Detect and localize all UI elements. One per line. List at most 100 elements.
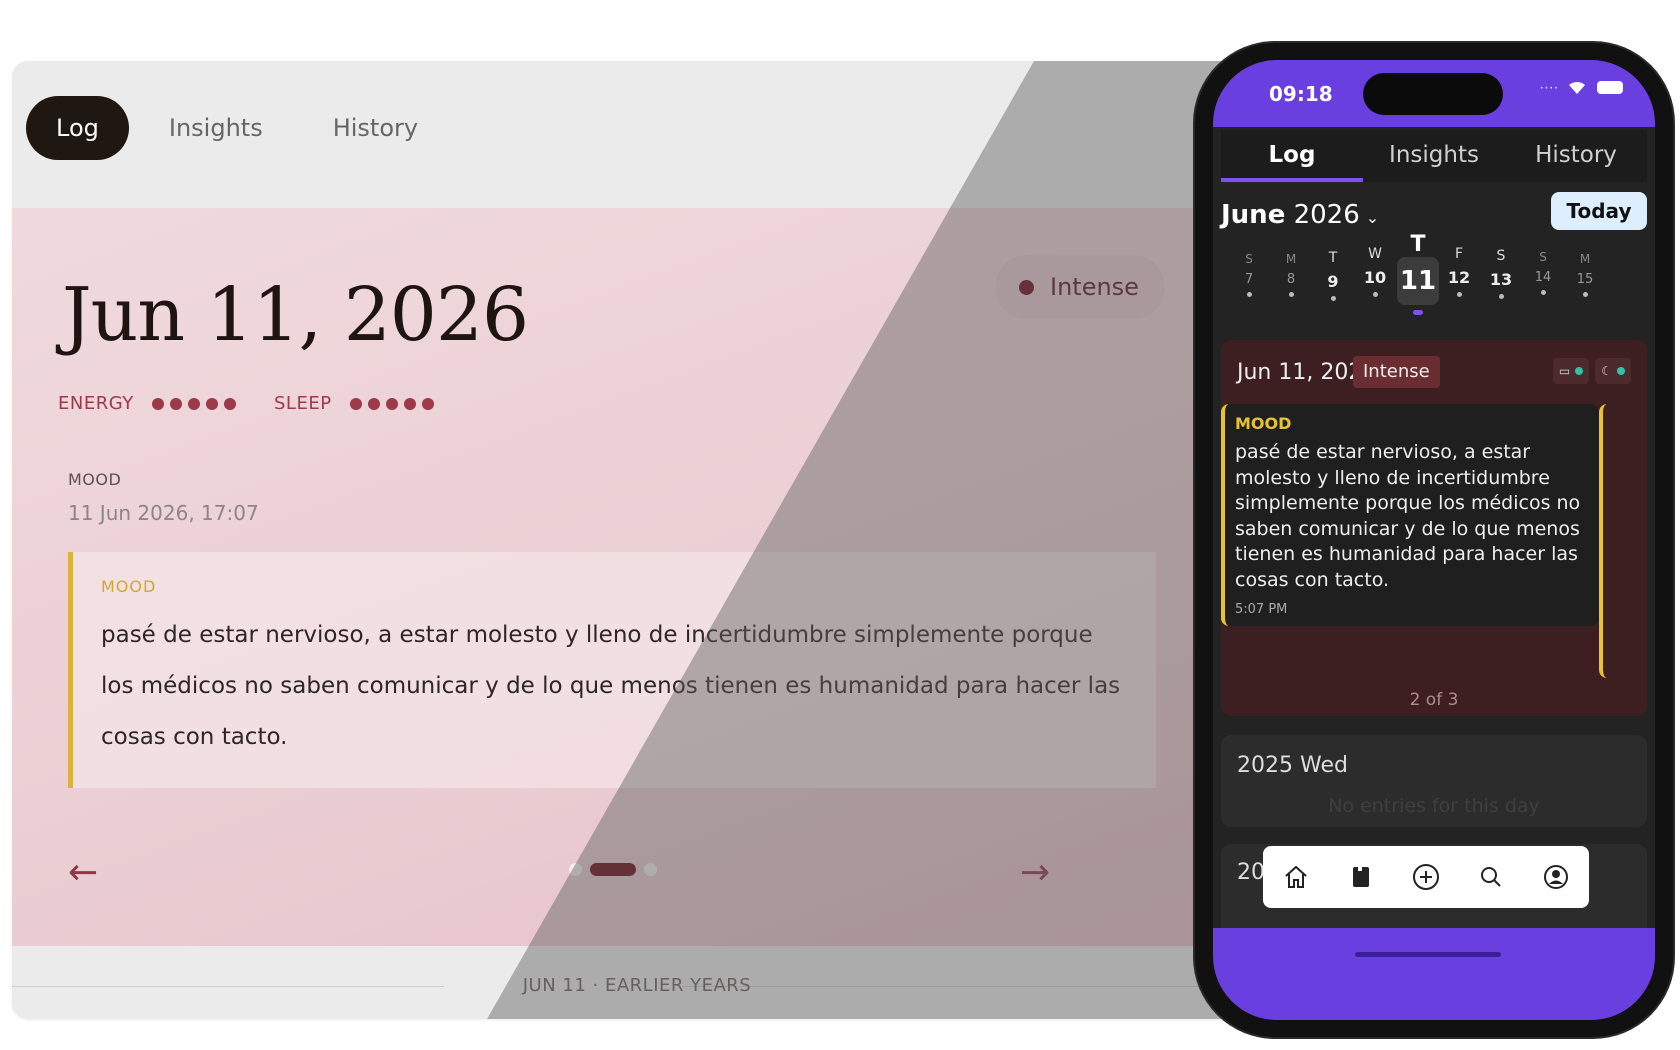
entry-status-icons: ▭ ☾ xyxy=(1547,358,1631,384)
energy-dot-icon xyxy=(169,397,182,410)
entry-dot-icon xyxy=(1372,292,1378,297)
mood-card-time: 5:07 PM xyxy=(1235,602,1288,617)
tab-log[interactable]: Log xyxy=(26,96,129,160)
day-cell[interactable]: M 8 xyxy=(1271,252,1311,297)
entry-dot-icon xyxy=(1246,292,1252,297)
energy-dot-icon xyxy=(223,397,236,410)
intensity-dot-icon xyxy=(1019,279,1034,295)
mood-section-label: MOOD xyxy=(68,470,122,489)
add-circle-icon[interactable] xyxy=(1410,861,1442,893)
mood-entry-card[interactable]: MOOD pasé de estar nervioso, a estar mol… xyxy=(1221,404,1599,626)
energy-metric: ENERGY xyxy=(58,393,242,414)
home-icon[interactable] xyxy=(1280,861,1312,893)
previous-year-title: 20 xyxy=(1237,860,1265,885)
entry-dot-icon xyxy=(1582,292,1588,297)
pager-dot-active[interactable] xyxy=(590,863,636,876)
previous-year-card[interactable]: 2025 Wed No entries for this day xyxy=(1221,735,1647,827)
day-letter: S xyxy=(1539,250,1547,264)
status-bar: 09:18 ···· xyxy=(1213,60,1655,127)
tab-history[interactable]: History xyxy=(303,96,448,160)
status-icons: ···· xyxy=(1540,80,1623,95)
entry-intensity-badge: Intense xyxy=(1353,356,1440,388)
journal-icon[interactable] xyxy=(1345,861,1377,893)
prev-arrow-icon[interactable]: ← xyxy=(68,852,98,893)
day-letter: F xyxy=(1454,246,1464,262)
sleep-dot-icon xyxy=(385,397,398,410)
phone-tab-insights[interactable]: Insights xyxy=(1363,130,1505,182)
day-number: 14 xyxy=(1534,270,1552,285)
phone-tab-history[interactable]: History xyxy=(1505,130,1647,182)
profile-icon[interactable] xyxy=(1540,861,1572,893)
intensity-label: Intense xyxy=(1050,273,1139,301)
desktop-card: Log Insights History Jun 11, 2026 Intens… xyxy=(12,61,1262,1019)
day-entry-card: Jun 11, 2026 Intense ▭ ☾ MOOD pasé de es… xyxy=(1221,340,1647,716)
month-name: June xyxy=(1221,200,1286,230)
day-letter: S xyxy=(1245,252,1253,266)
sleep-dot-icon xyxy=(403,397,416,410)
month-selector[interactable]: June 2026 ⌄ xyxy=(1221,200,1379,230)
day-cell[interactable]: S 7 xyxy=(1229,252,1269,297)
phone-screen: 09:18 ···· Log Insights History June 202… xyxy=(1213,60,1655,1020)
day-number: 12 xyxy=(1447,268,1471,287)
day-letter: S xyxy=(1496,248,1506,264)
day-letter: T xyxy=(1328,250,1338,266)
day-cell[interactable]: F 12 xyxy=(1439,246,1479,297)
day-cell[interactable]: S 14 xyxy=(1523,250,1563,295)
sleep-dot-icon xyxy=(349,397,362,410)
sleep-metric: SLEEP xyxy=(274,393,440,414)
tab-insights[interactable]: Insights xyxy=(139,96,293,160)
day-cell-selected[interactable]: T 11 xyxy=(1397,232,1439,315)
selected-indicator-icon xyxy=(1413,310,1423,315)
home-indicator[interactable] xyxy=(1355,952,1501,957)
entry-dot-icon xyxy=(1540,290,1546,295)
page-title: Jun 11, 2026 xyxy=(62,272,529,358)
sleep-rating xyxy=(349,397,440,410)
previous-year-title: 2025 Wed xyxy=(1237,753,1348,778)
day-cell[interactable]: T 9 xyxy=(1313,250,1353,301)
day-number: 10 xyxy=(1363,268,1387,287)
sleep-dot-icon xyxy=(421,397,434,410)
energy-dot-icon xyxy=(187,397,200,410)
battery-icon xyxy=(1597,81,1623,94)
month-year: 2026 xyxy=(1293,200,1360,230)
mood-card-text: pasé de estar nervioso, a estar molesto … xyxy=(1235,441,1581,591)
next-entry-card-peek[interactable] xyxy=(1599,404,1647,678)
day-number: 8 xyxy=(1286,272,1296,287)
energy-rating xyxy=(151,397,242,410)
mood-timestamp: 11 Jun 2026, 17:07 xyxy=(68,501,259,525)
battery-icon: ▭ xyxy=(1558,364,1571,378)
day-cell[interactable]: W 10 xyxy=(1355,246,1395,297)
status-dot-icon xyxy=(1575,367,1584,375)
wifi-icon xyxy=(1569,81,1585,94)
day-cell[interactable]: M 15 xyxy=(1565,252,1605,297)
sleep-label: SLEEP xyxy=(274,393,332,414)
entry-dot-icon xyxy=(1330,296,1336,301)
phone-tab-log[interactable]: Log xyxy=(1221,130,1363,182)
signal-icon: ···· xyxy=(1539,80,1559,95)
week-strip: S 7 M 8 T 9 W 10 T 11 F 12 S 13 S 14 M 1… xyxy=(1221,232,1647,322)
entry-counter: 2 of 3 xyxy=(1409,690,1459,710)
energy-dot-icon xyxy=(205,397,218,410)
empty-state-text: No entries for this day xyxy=(1328,795,1540,817)
intensity-badge[interactable]: Intense xyxy=(995,255,1165,319)
day-letter: W xyxy=(1368,246,1382,262)
next-arrow-icon[interactable]: → xyxy=(1020,852,1050,893)
status-time: 09:18 xyxy=(1269,82,1333,106)
sleep-indicator: ☾ xyxy=(1595,358,1631,384)
entry-dot-icon xyxy=(1288,292,1294,297)
day-letter: T xyxy=(1410,232,1426,257)
day-number: 9 xyxy=(1327,272,1339,291)
search-icon[interactable] xyxy=(1475,861,1507,893)
bottom-nav xyxy=(1263,846,1589,908)
sleep-dot-icon xyxy=(367,397,380,410)
day-number: 13 xyxy=(1489,270,1513,289)
pager-dot[interactable] xyxy=(569,863,582,876)
day-cell[interactable]: S 13 xyxy=(1481,248,1521,299)
today-button[interactable]: Today xyxy=(1551,192,1647,230)
day-number: 11 xyxy=(1397,257,1439,305)
day-number: 15 xyxy=(1576,272,1594,287)
phone-frame: 09:18 ···· Log Insights History June 202… xyxy=(1195,43,1673,1037)
pager-dot[interactable] xyxy=(644,863,657,876)
earlier-years-label: JUN 11 · EARLIER YEARS xyxy=(522,975,752,996)
chevron-down-icon: ⌄ xyxy=(1365,208,1380,227)
